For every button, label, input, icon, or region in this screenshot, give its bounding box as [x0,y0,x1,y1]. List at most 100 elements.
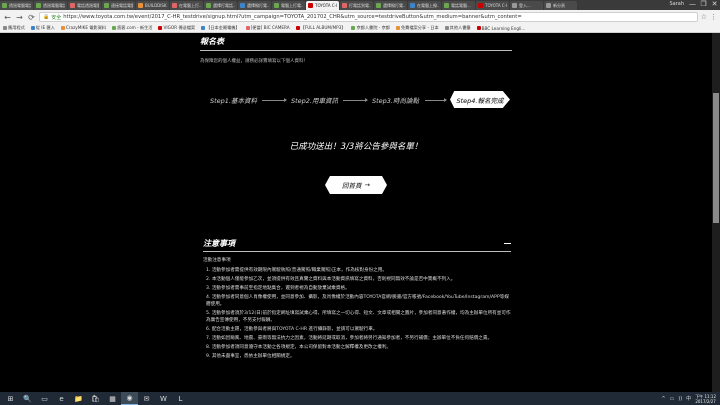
task-view-icon[interactable]: ▭ [36,392,53,405]
tray-icon[interactable]: ▭ [670,396,675,402]
store-icon[interactable]: 🛍 [87,392,104,405]
chrome-icon[interactable]: ◉ [121,392,138,405]
browser-tab[interactable]: 電話透過電腦... [68,1,101,10]
tray-icon[interactable]: )) [678,396,682,402]
browser-tab[interactable]: 選擇撥打電... [238,1,271,10]
browser-tab[interactable]: 在電腦上撥... [408,1,441,10]
arrow-right-icon: → [364,181,370,189]
browser-tab[interactable]: 選擇撥打電... [374,1,407,10]
back-button[interactable]: ← [3,13,12,22]
bookmark-item[interactable]: 痞客.com - 新生活 [112,25,152,31]
lock-icon: 🔒 [43,14,50,20]
browser-tab[interactable]: 連接電話電腦... [102,1,135,10]
tab-favicon-icon [546,3,551,8]
success-message: 已成功送出！3/3將公告參與名單！ [289,142,423,152]
browser-tab[interactable]: 登入... [510,1,543,10]
home-button[interactable]: 回首頁 → [325,176,387,194]
tab-favicon-icon [444,3,449,8]
browser-tab[interactable]: 選擇打電話... [204,1,237,10]
tray-icon[interactable]: 中 [686,395,691,402]
step-3: Step3.時尚論點 [372,97,420,105]
bookmark-label: BBC Learning Engli... [481,25,526,31]
reload-button[interactable]: ⟳ [27,13,36,22]
step-2: Step2.用車資訊 [291,97,339,105]
bookmark-item[interactable]: 從 IE 匯入 [30,25,55,31]
tab-favicon-icon [308,3,313,8]
browser-tab[interactable]: TOYOTA C-HR [306,1,339,10]
step-1: Step1.基本資料 [210,97,258,105]
note-item: 5. 活動參加者須於3/12(日)前於指定網址填寫試乘心得，所填寫之一切心得、短… [206,311,511,323]
explorer-icon[interactable]: 📁 [70,392,87,405]
bookmark-item[interactable]: 應用程式 [3,25,25,31]
browser-tab[interactable]: 新分頁 [544,1,577,10]
bookmark-item[interactable]: [便當] BIC CAMERA [245,25,290,31]
minimize-button[interactable]: — [687,0,698,9]
search-icon[interactable]: 🔍 [19,392,36,405]
bookmark-item[interactable]: CrazyMIKE 電影資料 [60,25,106,31]
omnibox[interactable]: 🔒 安全 https://www.toyota.com.tw/event/201… [39,12,698,22]
maximize-button[interactable]: ❐ [698,0,709,9]
line-icon[interactable]: L [172,392,189,405]
mail-icon[interactable]: ✉ [138,392,155,405]
note-item: 2. 本活動個人僅能參加乙次，並須提供有效且真實之資料與本活動資訊填寫之資料，否… [206,277,456,282]
bookmark-star-icon[interactable]: ☆ [701,13,707,21]
word-icon[interactable]: W [155,392,172,405]
collapse-icon[interactable] [504,243,511,244]
notes-rule [203,251,511,252]
start-icon[interactable]: ⊞ [2,392,19,405]
bookmark-item[interactable]: 京都人書院 - 京都 [351,25,390,31]
forward-button[interactable]: → [15,13,24,22]
edge-icon[interactable]: e [53,392,70,405]
browser-tab[interactable]: 電腦上打電... [272,1,305,10]
bookmark-label: 從 IE 匯入 [35,25,55,30]
close-button[interactable]: ✕ [709,0,720,9]
notes-body: 活動注意事項 1. 活動參加者需提供有效期限內駕駛執照(普通駕照/職業駕照)正本… [203,257,511,362]
note-item: 3. 活動參加者需事前至指定地點集合，遲到者視為自動放棄試乘資格。 [206,286,350,291]
browser-tab[interactable]: 電話電腦... [442,1,475,10]
bookmark-favicon-icon [444,26,449,30]
profile-name[interactable]: Sarah [669,1,684,7]
clock[interactable]: 下午 11:12 2017/2/27 [695,394,716,404]
window-controls: — ❐ ✕ [687,0,720,9]
tab-title: TOYOTA C-HR [315,3,337,8]
browser-tab[interactable]: TOYOTA C-HR [476,1,509,10]
page-scrollbar[interactable] [712,33,720,392]
bookmark-item[interactable]: 【日本金屬電機】 [201,25,240,31]
notes-list: 1. 活動參加者需提供有效期限內駕駛執照(普通駕照/職業駕照)正本，作為核對身份… [203,267,511,360]
notes-header[interactable]: 注意事項 [203,238,511,249]
browser-tab[interactable]: 透過電腦電話... [0,1,33,10]
tab-favicon-icon [240,3,245,8]
bookmark-label: 痞客.com - 新生活 [117,25,153,30]
menu-icon[interactable]: ⋮ [710,13,717,21]
form-title: 報名表 [200,37,224,46]
bookmark-item[interactable]: 其他人書籤 [444,25,471,31]
address-bar-row: ← → ⟳ 🔒 安全 https://www.toyota.com.tw/eve… [0,10,720,24]
browser-tab[interactable]: BUILDDISK... [136,1,169,10]
tab-favicon-icon [104,3,109,8]
bookmark-label: 【FULL ALBUM/MP3】 [300,25,346,30]
tab-title: 選擇撥打電... [383,2,405,8]
browser-tab[interactable]: 透過電腦電話... [34,1,67,10]
calculator-icon[interactable]: ▦ [104,392,121,405]
tab-favicon-icon [376,3,381,8]
bookmark-favicon-icon [245,26,250,30]
note-item: 6. 配合活動主題，活動參與者將與TOYOTA C-HR 進行攝錄影，並請可以駕… [206,327,378,332]
bookmark-item[interactable]: VIGOR 傳送檔案 [158,25,195,31]
bookmark-item[interactable]: 免費檔案分享 - 日本 [395,25,439,31]
bookmark-favicon-icon [476,26,481,30]
tray-icon[interactable]: ^ [661,396,665,402]
form-title-rule [200,50,512,51]
bookmark-item[interactable]: BBC Learning Engli... [476,25,526,31]
tab-favicon-icon [138,3,143,8]
tab-favicon-icon [342,3,347,8]
tab-title: 在電腦上撥... [417,2,439,8]
clock-date: 2017/2/27 [695,398,716,404]
scrollbar-thumb[interactable] [713,93,719,223]
browser-tab[interactable]: 在電腦上打... [170,1,203,10]
bookmark-favicon-icon [351,26,356,30]
bookmark-favicon-icon [201,26,206,30]
tab-title: BUILDDISK... [145,3,167,8]
url-text[interactable]: https://www.toyota.com.tw/event/2017_C-H… [63,14,521,20]
browser-tab[interactable]: 打電話到電... [340,1,373,10]
bookmark-item[interactable]: 【FULL ALBUM/MP3】 [295,25,346,31]
